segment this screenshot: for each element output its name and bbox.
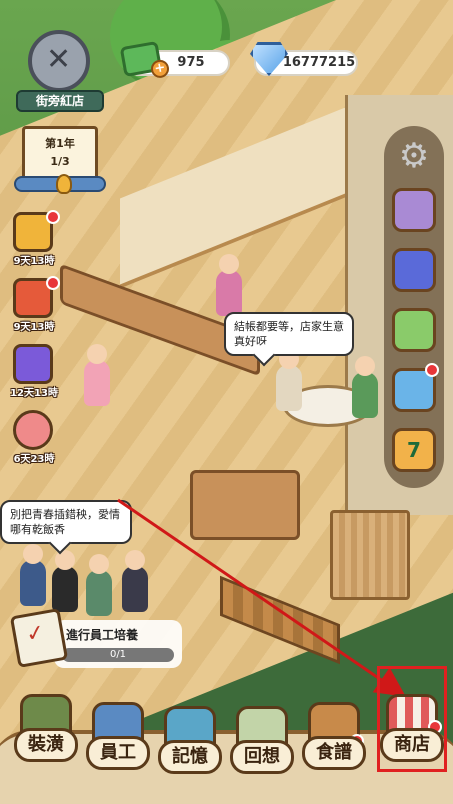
- nav-recall-button[interactable]: 回想: [226, 702, 298, 802]
- nav-label: 回想: [230, 740, 294, 774]
- nav-staff-button[interactable]: 員工: [82, 698, 154, 798]
- nav-label: 記憶: [158, 740, 222, 774]
- nav-label: 裝潢: [14, 728, 78, 762]
- nav-label: 食譜: [302, 736, 366, 770]
- nav-recipe-button[interactable]: 食譜: [298, 698, 370, 798]
- nav-label: 員工: [86, 736, 150, 770]
- shop-highlight-box: [377, 666, 447, 772]
- nav-memory-button[interactable]: 記憶: [154, 702, 226, 802]
- nav-decorate-button[interactable]: 裝潢: [10, 690, 82, 790]
